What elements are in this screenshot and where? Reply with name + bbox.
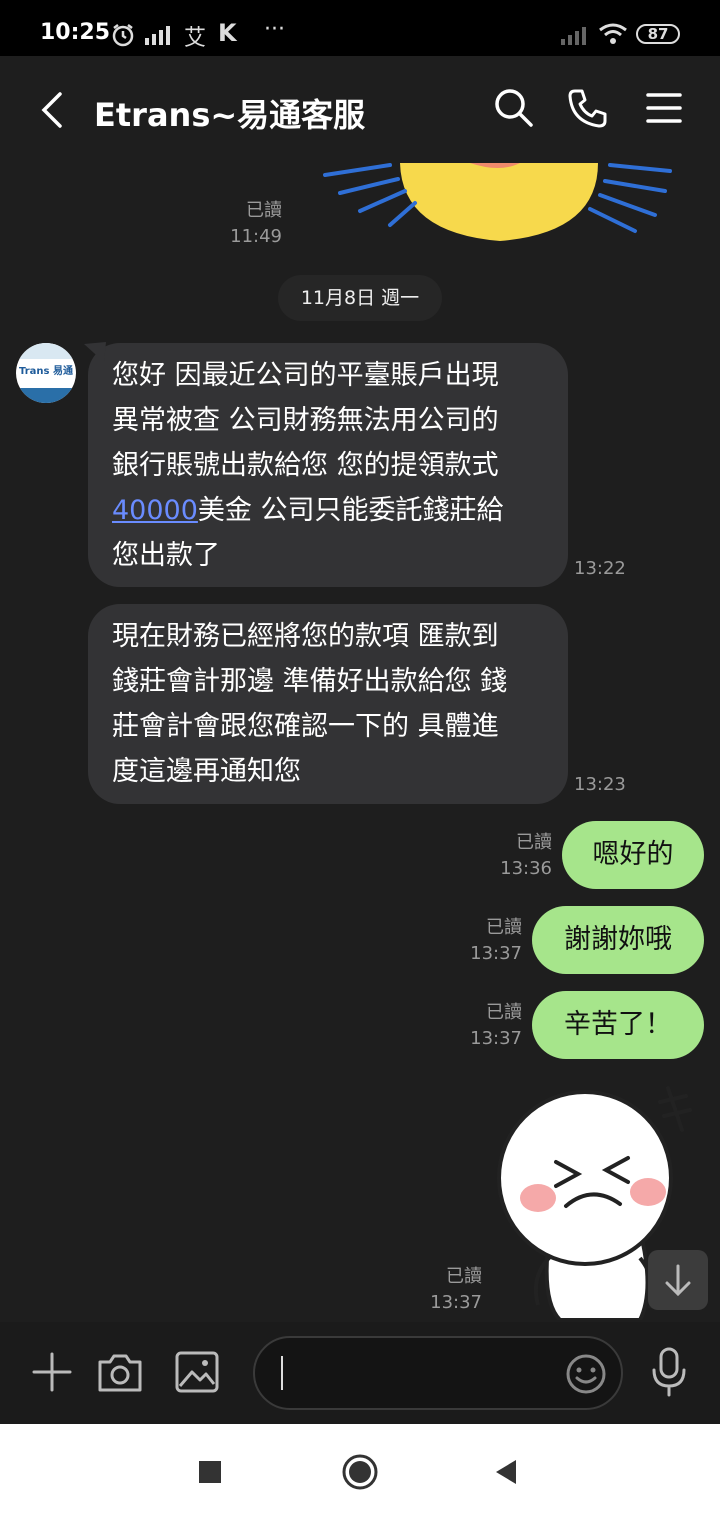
emoji-icon[interactable] [564, 1352, 608, 1396]
read-receipt: 已讀 [446, 1266, 482, 1287]
message-line: 錢莊會計那邊 準備好出款給您 錢 [112, 666, 508, 697]
wifi-icon [599, 23, 627, 44]
amount-link[interactable]: 40000 [112, 495, 198, 526]
message-line: 美金 公司只能委託錢莊給 [197, 495, 504, 526]
phone-icon[interactable] [566, 86, 610, 130]
carrier-icon: 艾 [184, 26, 207, 51]
message-line: 異常被查 公司財務無法用公司的 [112, 405, 499, 436]
chat-title: Etrans~易通客服 [94, 96, 366, 134]
message-line: 銀行賬號出款給您 您的提領款式 [112, 450, 499, 481]
outgoing-message-bubble[interactable]: 嗯好的 [562, 821, 704, 889]
date-chip: 11月8日 週一 [278, 275, 442, 321]
message-line: 莊會計會跟您確認一下的 具體進 [112, 711, 499, 742]
menu-icon[interactable] [642, 86, 686, 130]
system-nav-bar [0, 1424, 720, 1520]
back-icon[interactable] [492, 1458, 520, 1486]
message-time: 13:37 [470, 943, 522, 964]
status-bar: 10:25 艾 K ··· 87 [0, 0, 720, 56]
outgoing-message-bubble[interactable]: 謝謝妳哦 [532, 906, 704, 974]
read-receipt: 已讀 [486, 1002, 522, 1023]
scroll-to-bottom-button[interactable] [648, 1250, 708, 1310]
bubble-tail [84, 342, 106, 362]
arrow-down-icon [665, 1264, 691, 1297]
plus-icon[interactable] [30, 1350, 74, 1394]
incoming-message-bubble[interactable]: 您好 因最近公司的平臺賬戶出現 異常被查 公司財務無法用公司的 銀行賬號出款給您… [88, 343, 568, 587]
chick-sticker [323, 163, 672, 241]
message-time: 13:23 [574, 774, 626, 795]
recent-apps-icon[interactable] [199, 1461, 221, 1483]
microphone-icon[interactable] [648, 1346, 690, 1398]
back-chevron-icon[interactable] [38, 90, 68, 130]
more-notifications-icon: ··· [264, 17, 285, 42]
message-line: 您出款了 [112, 540, 220, 571]
data-signal-icon [145, 26, 170, 45]
alarm-icon [112, 24, 134, 47]
message-time: 13:22 [574, 558, 626, 579]
read-receipt: 已讀 [246, 200, 282, 221]
image-icon[interactable] [174, 1350, 220, 1394]
status-time: 10:25 [40, 20, 111, 45]
message-time: 13:36 [500, 858, 552, 879]
chat-header: Etrans~易通客服 [0, 56, 720, 163]
message-time: 13:37 [470, 1028, 522, 1049]
camera-icon[interactable] [96, 1350, 144, 1394]
text-cursor [281, 1356, 283, 1390]
message-line: 度這邊再通知您 [112, 756, 301, 787]
read-receipt: 已讀 [486, 917, 522, 938]
message-line: 您好 因最近公司的平臺賬戶出現 [112, 360, 499, 391]
outgoing-message-bubble[interactable]: 辛苦了！ [532, 991, 704, 1059]
message-time: 11:49 [230, 226, 282, 247]
cell-signal-icon [561, 27, 586, 45]
avatar-logo-text: Trans 易通 [19, 366, 73, 377]
read-receipt: 已讀 [516, 832, 552, 853]
avatar[interactable]: Trans 易通 [16, 343, 76, 403]
home-icon[interactable] [340, 1452, 380, 1492]
search-icon[interactable] [492, 86, 536, 130]
message-time: 13:37 [430, 1292, 482, 1313]
message-line: 現在財務已經將您的款項 匯款到 [112, 621, 499, 652]
battery-indicator: 87 [636, 24, 680, 44]
k-app-icon: K [218, 19, 237, 47]
incoming-message-bubble[interactable]: 現在財務已經將您的款項 匯款到 錢莊會計那邊 準備好出款給您 錢 莊會計會跟您確… [88, 604, 568, 804]
